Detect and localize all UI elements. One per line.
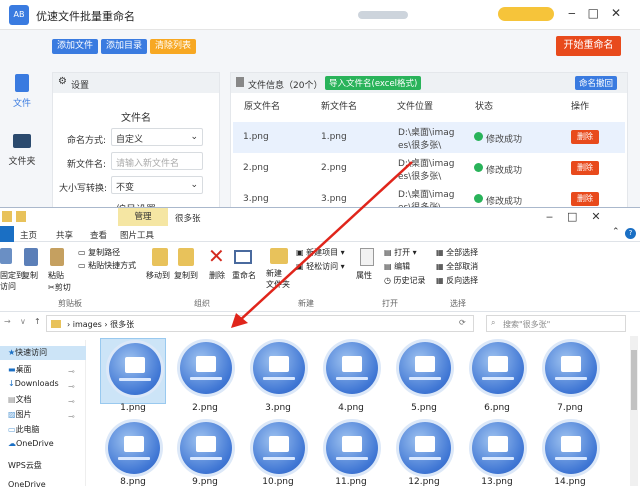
annotation-arrow [231,161,413,328]
